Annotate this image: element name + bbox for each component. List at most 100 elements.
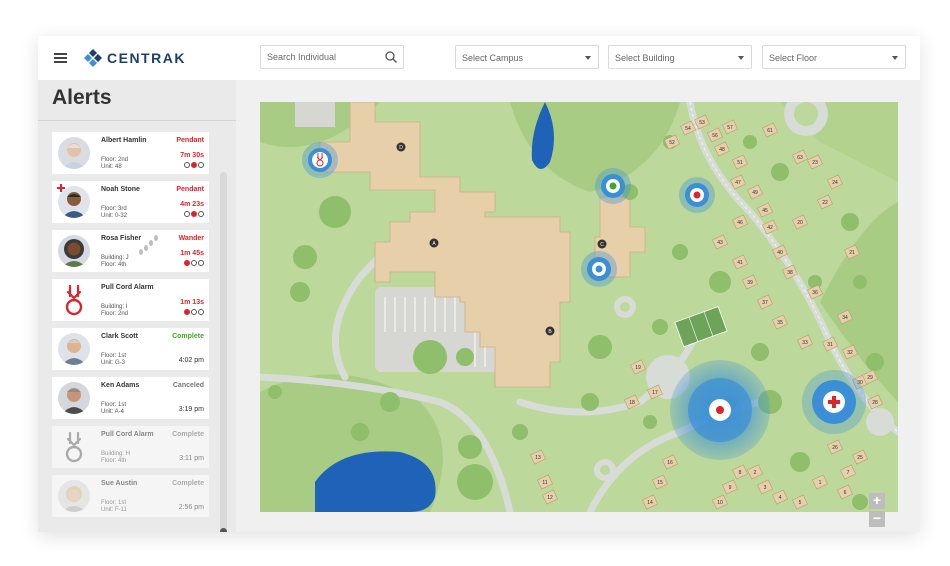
building-select[interactable]: Select Building bbox=[608, 45, 752, 69]
search-input[interactable] bbox=[261, 46, 383, 68]
escalation-indicator bbox=[184, 260, 204, 266]
wander-zone-marker bbox=[670, 360, 770, 460]
alerts-sidebar: Alerts Albert Hamlin Floor: 2nd Unit: 48 … bbox=[38, 80, 236, 532]
medical-cross-icon bbox=[57, 184, 65, 192]
building-label-c: C bbox=[600, 242, 604, 248]
lot-number: 11 bbox=[542, 480, 547, 486]
lot-number: 12 bbox=[547, 495, 553, 501]
lot-number: 36 bbox=[812, 290, 818, 296]
alert-name: Sue Austin bbox=[101, 480, 138, 487]
lot-number: 24 bbox=[832, 180, 838, 186]
pull-cord-icon bbox=[65, 431, 83, 463]
alert-card[interactable]: Rosa Fisher Building: J Floor: 4th Wander… bbox=[52, 230, 209, 272]
lot-number: 15 bbox=[657, 480, 663, 486]
alert-name: Pull Cord Alarm bbox=[101, 431, 154, 438]
lot-number: 21 bbox=[849, 250, 855, 256]
alert-time: 3:11 pm bbox=[179, 455, 204, 462]
lot-number: 51 bbox=[737, 160, 743, 166]
avatar bbox=[58, 137, 90, 169]
status-badge: Pendant bbox=[176, 186, 204, 193]
alert-name: Noah Stone bbox=[101, 186, 140, 193]
alert-details: Floor: 2nd Unit: 48 bbox=[101, 157, 129, 170]
lot-number: 26 bbox=[832, 445, 838, 451]
lot-number: 29 bbox=[867, 375, 873, 381]
zoom-out-button[interactable]: − bbox=[869, 511, 885, 527]
alert-card[interactable]: Noah Stone Floor: 3rd Unit: 0-32 Pendant … bbox=[52, 181, 209, 223]
lot-number: 1 bbox=[819, 480, 822, 486]
floor-select-value: Select Floor bbox=[769, 53, 818, 63]
alert-name: Rosa Fisher bbox=[101, 235, 142, 242]
campus-select[interactable]: Select Campus bbox=[455, 45, 599, 69]
status-badge: Complete bbox=[172, 480, 204, 487]
menu-icon[interactable] bbox=[54, 53, 67, 63]
lot-number: 38 bbox=[787, 270, 793, 276]
alert-card[interactable]: Albert Hamlin Floor: 2nd Unit: 48 Pendant… bbox=[52, 132, 209, 174]
lot-number: 4 bbox=[779, 495, 782, 501]
escalation-indicator bbox=[184, 211, 204, 217]
lot-number: 53 bbox=[699, 120, 705, 126]
building-select-value: Select Building bbox=[615, 53, 675, 63]
avatar bbox=[58, 382, 90, 414]
lot-number: 54 bbox=[685, 126, 691, 132]
lot-number: 57 bbox=[727, 125, 733, 131]
alert-details: Floor: 1st Unit: G-3 bbox=[101, 353, 127, 366]
chevron-down-icon bbox=[585, 56, 591, 60]
status-badge: Complete bbox=[172, 431, 204, 438]
lot-number: 10 bbox=[717, 500, 723, 506]
chevron-down-icon bbox=[738, 56, 744, 60]
alert-card[interactable]: Sue Austin Floor: 1st Unit: F-11 Complete… bbox=[52, 475, 209, 517]
lot-number: 35 bbox=[777, 320, 783, 326]
top-bar: CENTRAK Select Campus Select Building Se… bbox=[38, 36, 920, 80]
floor-select[interactable]: Select Floor bbox=[762, 45, 906, 69]
page-title: Alerts bbox=[52, 86, 112, 109]
lot-number: 25 bbox=[857, 455, 863, 461]
alert-name: Albert Hamlin bbox=[101, 137, 147, 144]
alert-name: Ken Adams bbox=[101, 382, 140, 389]
alert-details: Building: I Floor: 2nd bbox=[101, 304, 129, 317]
scrollbar-thumb[interactable] bbox=[220, 528, 227, 532]
lot-number: 3 bbox=[764, 485, 767, 491]
lot-number: 34 bbox=[842, 315, 848, 321]
lot-number: 63 bbox=[797, 155, 803, 161]
lot-number: 42 bbox=[767, 225, 773, 231]
lot-number: 5 bbox=[799, 500, 802, 506]
lot-number: 13 bbox=[535, 455, 541, 461]
escalation-indicator bbox=[184, 162, 204, 168]
alert-card[interactable]: Clark Scott Floor: 1st Unit: G-3 Complete… bbox=[52, 328, 209, 370]
lot-number: 52 bbox=[669, 140, 675, 146]
scrollbar[interactable] bbox=[220, 172, 227, 532]
lot-number: 7 bbox=[847, 470, 850, 476]
avatar bbox=[58, 235, 90, 267]
search-field[interactable] bbox=[260, 45, 404, 69]
chevron-down-icon bbox=[892, 56, 898, 60]
alert-details: Floor: 1st Unit: F-11 bbox=[101, 500, 127, 513]
campus-map[interactable]: 5254535657486163514749454643424140393837… bbox=[260, 102, 898, 512]
building-label-d: D bbox=[399, 145, 403, 151]
app-window: CENTRAK Select Campus Select Building Se… bbox=[38, 36, 920, 532]
campus-select-value: Select Campus bbox=[462, 53, 524, 63]
lot-number: 56 bbox=[712, 133, 718, 139]
pull-cord-icon bbox=[65, 284, 83, 316]
status-badge: Pendant bbox=[176, 137, 204, 144]
lot-number: 2 bbox=[754, 470, 757, 476]
lot-number: 43 bbox=[717, 240, 723, 246]
medical-alert-marker bbox=[802, 370, 866, 434]
zoom-in-button[interactable]: + bbox=[869, 493, 885, 509]
alert-details: Floor: 1st Unit: A-4 bbox=[101, 402, 127, 415]
lot-number: 23 bbox=[812, 160, 818, 166]
lot-number: 37 bbox=[762, 300, 768, 306]
alert-details: Building: H Floor: 4th bbox=[101, 451, 131, 464]
alert-name: Clark Scott bbox=[101, 333, 138, 340]
alert-card[interactable]: Ken Adams Floor: 1st Unit: A-4 Canceled 3… bbox=[52, 377, 209, 419]
centrak-logo: CENTRAK bbox=[83, 48, 186, 68]
alert-timer: 7m 30s bbox=[180, 152, 204, 159]
search-icon[interactable] bbox=[384, 50, 398, 64]
lot-number: 19 bbox=[635, 365, 641, 371]
alert-card[interactable]: Pull Cord Alarm Building: H Floor: 4th Co… bbox=[52, 426, 209, 468]
lot-number: 6 bbox=[844, 490, 847, 496]
alert-time: 2:56 pm bbox=[178, 504, 204, 511]
alert-card[interactable]: Pull Cord Alarm Building: I Floor: 2nd 1m… bbox=[52, 279, 209, 321]
alert-time: 4:02 pm bbox=[178, 357, 204, 364]
lot-number: 22 bbox=[822, 200, 828, 206]
lot-number: 47 bbox=[735, 180, 741, 186]
